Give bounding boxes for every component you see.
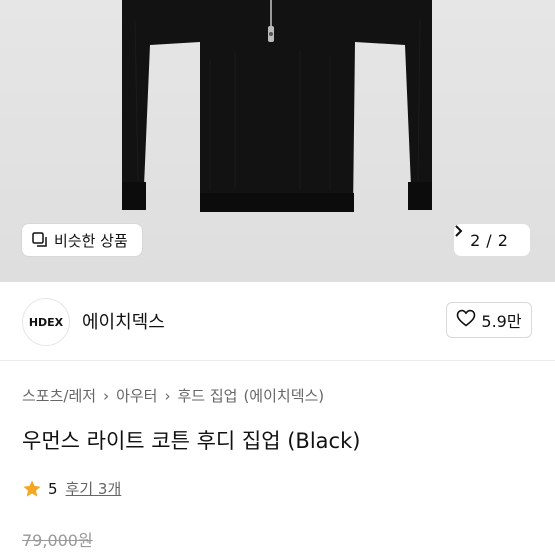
- section-divider: [0, 360, 555, 361]
- star-icon: [23, 480, 41, 497]
- product-image-carousel[interactable]: 비슷한 상품 2 / 2: [0, 0, 555, 282]
- breadcrumb-item-sports[interactable]: 스포츠/레저: [22, 385, 96, 406]
- seller-logo-text: HDEX: [28, 315, 64, 329]
- breadcrumb-item-outer[interactable]: 아우터: [116, 385, 157, 406]
- pager-total: 2: [497, 230, 508, 250]
- similar-products-label: 비슷한 상품: [54, 231, 128, 250]
- similar-products-button[interactable]: 비슷한 상품: [22, 224, 142, 256]
- heart-icon: [456, 309, 476, 331]
- breadcrumb: 스포츠/레저 › 아우터 › 후드 집업 (에이치덱스): [22, 385, 324, 406]
- breadcrumb-chevron-icon: ›: [103, 386, 110, 405]
- seller-logo[interactable]: HDEX: [22, 298, 70, 346]
- like-button[interactable]: 5.9만: [446, 302, 532, 338]
- original-price: 79,000원: [22, 531, 93, 550]
- similar-products-icon: [32, 232, 48, 248]
- seller-name[interactable]: 에이치덱스: [82, 308, 165, 334]
- pager-current: 2: [470, 230, 481, 250]
- reviews-link[interactable]: 후기 3개: [66, 478, 122, 499]
- pager-separator: /: [486, 230, 492, 250]
- product-title: 우먼스 라이트 코튼 후디 집업 (Black): [22, 429, 361, 453]
- like-count: 5.9만: [481, 312, 522, 331]
- breadcrumb-item-hood-zipup[interactable]: 후드 집업: [177, 385, 237, 406]
- rating-row: 5 후기 3개: [22, 478, 121, 499]
- seller-row: HDEX 에이치덱스 5.9만: [0, 292, 555, 348]
- breadcrumb-item-brand[interactable]: (에이치덱스): [243, 385, 324, 406]
- rating-score: 5: [48, 479, 58, 498]
- breadcrumb-chevron-icon: ›: [164, 386, 171, 405]
- image-pager[interactable]: 2 / 2: [454, 224, 530, 256]
